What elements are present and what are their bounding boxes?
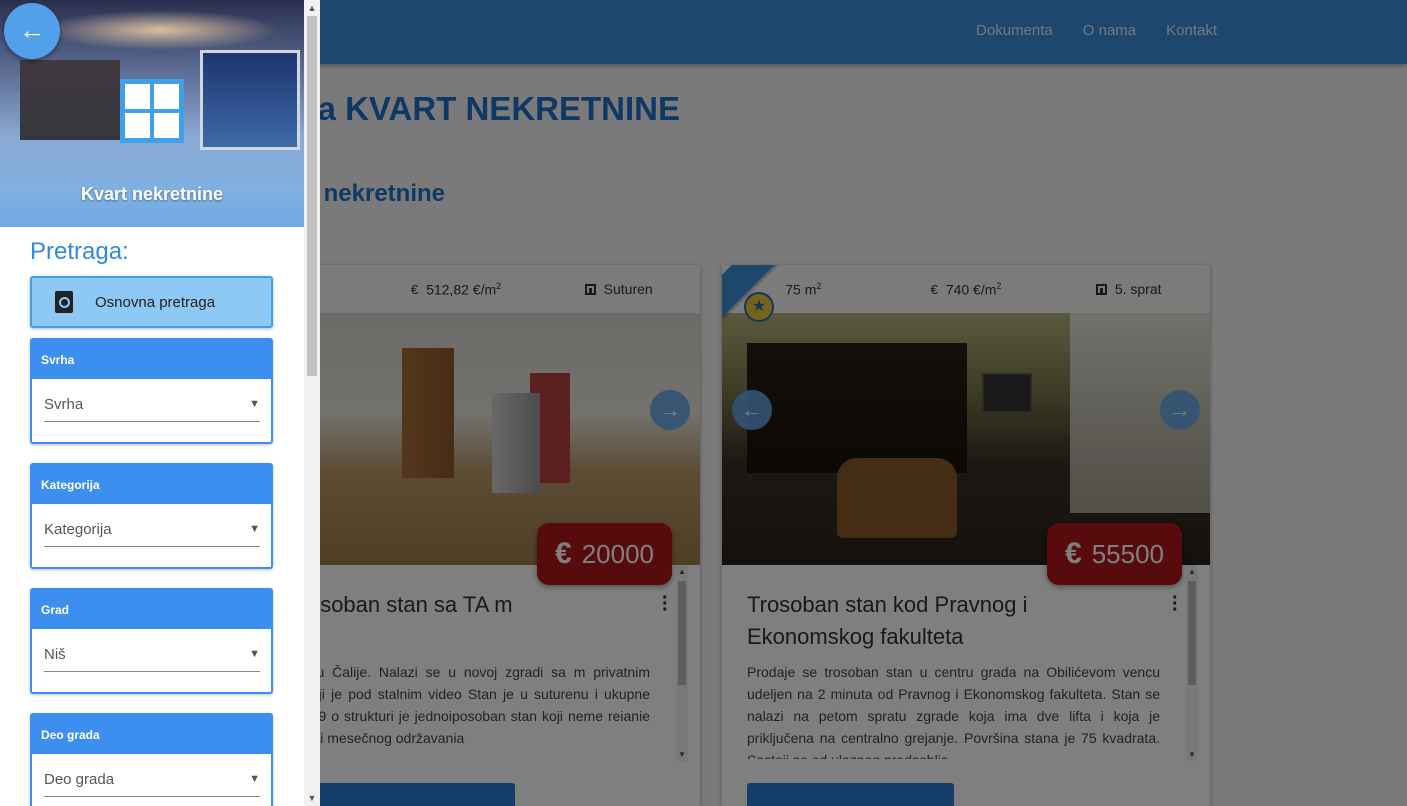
drawer-header: ← Kvart nekretnine: [0, 0, 304, 227]
chevron-down-icon: ▼: [249, 523, 260, 535]
grad-select[interactable]: Niš ▼: [44, 646, 260, 672]
scroll-thumb[interactable]: [307, 16, 317, 376]
side-drawer: ← Kvart nekretnine Pretraga: Osnovna pre…: [0, 0, 304, 806]
filter-label: Deo grada: [32, 715, 271, 754]
svrha-select[interactable]: Svrha ▼: [44, 396, 260, 422]
search-title: Pretraga:: [30, 238, 129, 265]
drawer-scrollbar[interactable]: ▲ ▼: [304, 0, 320, 806]
basic-search-button[interactable]: Osnovna pretraga: [30, 276, 273, 328]
filter-grad: Grad Niš ▼: [30, 588, 273, 694]
chevron-down-icon: ▼: [249, 648, 260, 660]
filter-kategorija: Kategorija Kategorija ▼: [30, 463, 273, 569]
arrow-left-icon[interactable]: ←: [4, 3, 60, 59]
scroll-down-icon[interactable]: ▼: [304, 793, 320, 803]
filter-label: Grad: [32, 590, 271, 629]
brand-name: Kvart nekretnine: [80, 184, 224, 204]
logo-grid-icon: [120, 79, 184, 143]
kategorija-select[interactable]: Kategorija ▼: [44, 521, 260, 547]
filter-label: Kategorija: [32, 465, 271, 504]
chevron-down-icon: ▼: [249, 398, 260, 410]
scroll-up-icon[interactable]: ▲: [304, 3, 320, 13]
filter-svrha: Svrha Svrha ▼: [30, 338, 273, 444]
deo-grada-select[interactable]: Deo grada ▼: [44, 771, 260, 797]
filter-deo-grada: Deo grada Deo grada ▼: [30, 713, 273, 806]
chevron-down-icon: ▼: [249, 773, 260, 785]
filter-label: Svrha: [32, 340, 271, 379]
search-doc-icon: [55, 291, 73, 313]
